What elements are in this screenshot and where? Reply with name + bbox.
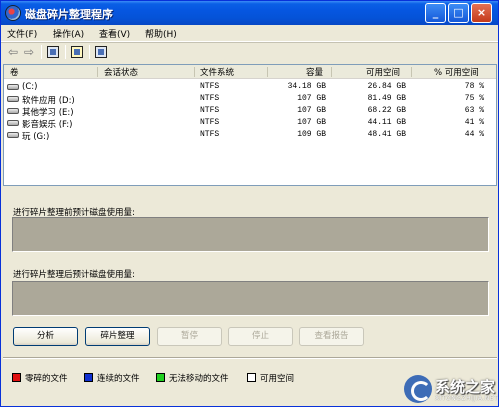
arrow-left-icon[interactable]: ⇦ [5,45,21,59]
volume-pct-free: 41 % [464,118,484,127]
watermark-subtext: XITONGZHIJIA.NET [435,395,499,402]
header-divider [267,67,268,77]
drive-icon [7,96,19,102]
menu-file[interactable]: 文件(F) [7,27,37,40]
toolbar-separator [41,45,42,59]
drive-icon [7,120,19,126]
volume-free: 48.41 GB [367,130,406,139]
list-header: 卷 会话状态 文件系统 容量 可用空间 % 可用空间 [4,65,496,79]
properties-icon[interactable] [95,46,107,58]
col-free-space[interactable]: 可用空间 [366,66,400,78]
volume-name: (C:) [22,82,38,92]
col-volume[interactable]: 卷 [10,66,19,78]
header-divider [411,67,412,77]
legend-contiguous-label: 连续的文件 [97,374,140,384]
free-space-swatch [247,373,256,382]
volume-pct-free: 63 % [464,106,484,115]
volume-capacity: 107 GB [297,94,326,103]
legend-unmovable-label: 无法移动的文件 [169,374,229,384]
volume-free: 81.49 GB [367,94,406,103]
arrow-right-icon[interactable]: ⇨ [21,45,37,59]
header-divider [97,67,98,77]
minimize-button[interactable]: _ [425,3,446,23]
divider [3,357,497,359]
fragmented-files-swatch [12,373,21,382]
volume-fs: NTFS [200,130,220,139]
volume-fs: NTFS [200,94,220,103]
watermark-text: 系统之家 [435,378,496,396]
help-icon[interactable] [71,46,83,58]
defragment-button[interactable]: 碎片整理 [85,327,150,346]
menu-help[interactable]: 帮助(H) [145,27,177,40]
header-divider [331,67,332,77]
maximize-button[interactable]: □ [448,3,469,23]
volume-row[interactable]: 软件应用 (D:) NTFS 107 GB 81.49 GB 75 % [4,93,496,106]
defrag-app-icon [5,5,21,21]
toolbar-separator [65,45,66,59]
stop-button[interactable]: 停止 [228,327,293,346]
col-file-system[interactable]: 文件系统 [200,66,234,78]
usage-after-label: 进行碎片整理后预计磁盘使用量: [13,270,135,280]
col-pct-free[interactable]: % 可用空间 [434,66,479,78]
contiguous-files-swatch [84,373,93,382]
drive-icon [7,108,19,114]
defrag-window: 磁盘碎片整理程序 _ □ × 文件(F) 操作(A) 查看(V) 帮助(H) ⇦… [0,0,499,407]
toolbar: ⇦ ⇨ [1,42,498,61]
title-bar[interactable]: 磁盘碎片整理程序 _ □ × [1,1,498,25]
legend-fragmented-label: 零碎的文件 [25,374,68,384]
volume-free: 26.84 GB [367,82,406,91]
menu-action[interactable]: 操作(A) [53,27,84,40]
volume-free: 44.11 GB [367,118,406,127]
site-watermark: 系统之家 XITONGZHIJIA.NET [404,373,499,406]
window-title: 磁盘碎片整理程序 [25,8,113,21]
pause-button[interactable]: 暂停 [157,327,222,346]
drive-icon [7,84,19,90]
volume-capacity: 109 GB [297,130,326,139]
volume-row[interactable]: 影音娱乐 (F:) NTFS 107 GB 44.11 GB 41 % [4,117,496,130]
show-hide-console-tree-icon[interactable] [47,46,59,58]
volume-fs: NTFS [200,106,220,115]
col-session-status[interactable]: 会话状态 [104,66,138,78]
analyze-button[interactable]: 分析 [13,327,78,346]
toolbar-separator [89,45,90,59]
col-capacity[interactable]: 容量 [306,66,323,78]
volume-pct-free: 44 % [464,130,484,139]
volume-fs: NTFS [200,82,220,91]
drive-icon [7,132,19,138]
usage-before-display [12,217,489,252]
volume-row[interactable]: 其他学习 (E:) NTFS 107 GB 68.22 GB 63 % [4,105,496,118]
volume-list[interactable]: 卷 会话状态 文件系统 容量 可用空间 % 可用空间 (C:) NTFS 34.… [3,64,497,186]
menu-view[interactable]: 查看(V) [99,27,130,40]
menu-bar: 文件(F) 操作(A) 查看(V) 帮助(H) [1,25,498,42]
watermark-logo-icon [404,375,432,403]
volume-pct-free: 78 % [464,82,484,91]
volume-row[interactable]: (C:) NTFS 34.18 GB 26.84 GB 78 % [4,81,496,93]
header-divider [194,67,195,77]
volume-pct-free: 75 % [464,94,484,103]
volume-free: 68.22 GB [367,106,406,115]
volume-row[interactable]: 玩 (G:) NTFS 109 GB 48.41 GB 44 % [4,129,496,142]
unmovable-files-swatch [156,373,165,382]
volume-name: 玩 (G:) [22,132,50,142]
volume-capacity: 107 GB [297,106,326,115]
volume-capacity: 34.18 GB [287,82,326,91]
view-report-button[interactable]: 查看报告 [299,327,364,346]
close-button[interactable]: × [471,3,492,23]
volume-fs: NTFS [200,118,220,127]
volume-capacity: 107 GB [297,118,326,127]
legend-free-space-label: 可用空间 [260,374,295,384]
usage-after-display [12,281,489,316]
